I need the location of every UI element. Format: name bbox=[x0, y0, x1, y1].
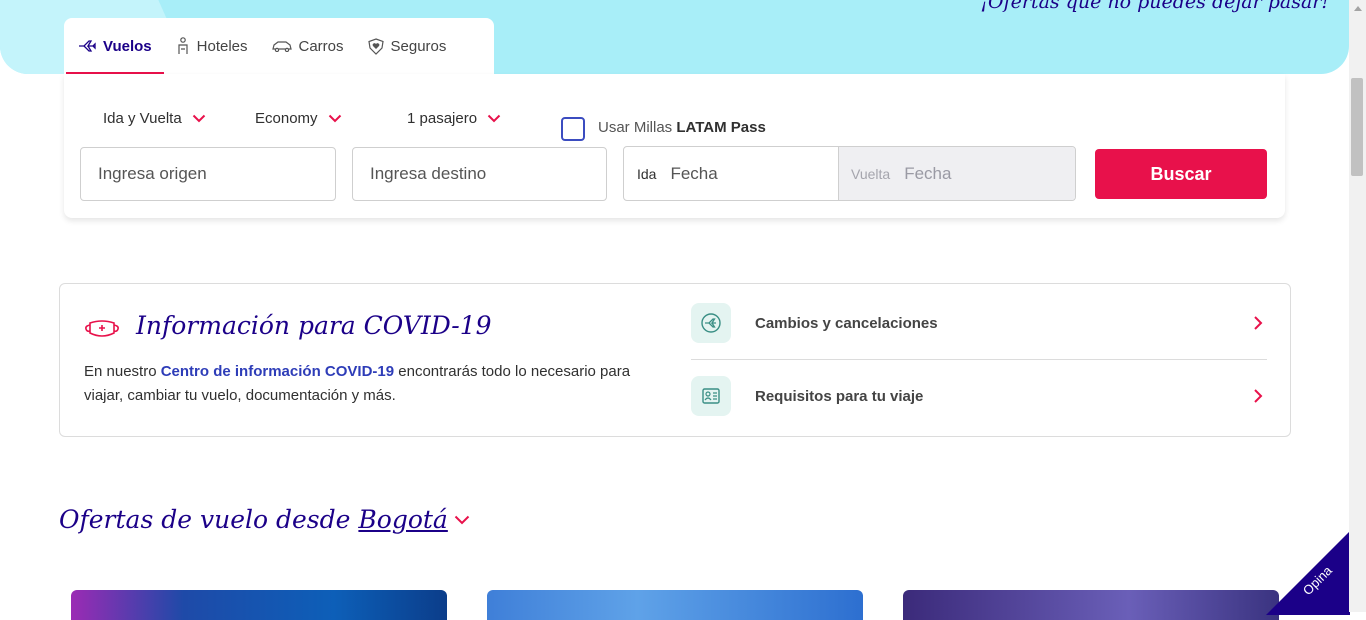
divider bbox=[691, 359, 1267, 360]
cambios-cancelaciones-link[interactable]: Cambios y cancelaciones bbox=[691, 298, 1267, 348]
origin-input[interactable]: Ingresa origen bbox=[80, 147, 336, 201]
chevron-right-icon bbox=[1254, 316, 1263, 330]
covid-text-before: En nuestro bbox=[84, 363, 157, 380]
feedback-tab-background bbox=[1266, 531, 1350, 615]
plane-change-icon bbox=[691, 303, 731, 343]
ofertas-heading: Ofertas de vuelo desde Bogotá bbox=[59, 505, 470, 534]
departure-date-field[interactable]: Ida Fecha bbox=[624, 147, 838, 200]
search-panel: Ida y Vuelta Economy 1 pasajero Usar Mil… bbox=[64, 74, 1285, 218]
chevron-down-icon bbox=[192, 114, 205, 123]
tab-seguros[interactable]: Seguros bbox=[356, 18, 459, 74]
offer-card-image[interactable] bbox=[487, 590, 863, 620]
tab-label: Carros bbox=[298, 37, 344, 55]
passengers-dropdown[interactable]: 1 pasajero bbox=[407, 110, 501, 127]
ofertas-title: Ofertas de vuelo desde bbox=[59, 505, 351, 534]
shield-heart-icon bbox=[367, 37, 384, 55]
millas-brand: LATAM Pass bbox=[676, 119, 766, 136]
cabin-label: Economy bbox=[255, 110, 318, 127]
covid-info-card: Información para COVID-19 En nuestro Cen… bbox=[59, 283, 1291, 437]
departure-date-value: Fecha bbox=[670, 163, 718, 183]
tab-carros[interactable]: Carros bbox=[260, 18, 356, 74]
feedback-tab[interactable]: Opina bbox=[1266, 531, 1350, 615]
hotel-bellboy-icon bbox=[178, 37, 188, 54]
tab-label: Hoteles bbox=[196, 37, 248, 55]
requisitos-viaje-label: Requisitos para tu viaje bbox=[755, 387, 924, 405]
plane-icon bbox=[79, 40, 96, 52]
chevron-down-icon[interactable] bbox=[454, 515, 470, 525]
scrollbar-thumb[interactable] bbox=[1351, 78, 1363, 176]
return-date-field[interactable]: Vuelta Fecha bbox=[838, 147, 1075, 200]
return-date-value: Fecha bbox=[904, 163, 952, 183]
cambios-cancelaciones-label: Cambios y cancelaciones bbox=[755, 314, 938, 332]
millas-checkbox[interactable] bbox=[561, 117, 585, 141]
cabin-dropdown[interactable]: Economy bbox=[255, 110, 342, 127]
product-tabs: Vuelos Hoteles Carros Seguros bbox=[64, 18, 494, 74]
trip-type-dropdown[interactable]: Ida y Vuelta bbox=[103, 110, 206, 127]
millas-label: Usar Millas LATAM Pass bbox=[598, 119, 766, 136]
face-mask-icon bbox=[85, 320, 119, 337]
tab-label: Seguros bbox=[390, 37, 447, 55]
hero-tagline: ¡Ofertas que no puedes dejar pasar! bbox=[980, 0, 1329, 13]
id-document-icon bbox=[691, 376, 731, 416]
tab-hoteles[interactable]: Hoteles bbox=[164, 18, 260, 74]
passengers-label: 1 pasajero bbox=[407, 110, 478, 127]
chevron-down-icon bbox=[487, 114, 501, 123]
requisitos-viaje-link[interactable]: Requisitos para tu viaje bbox=[691, 371, 1267, 421]
offer-card-image[interactable] bbox=[71, 590, 447, 620]
date-picker: Ida Fecha Vuelta Fecha bbox=[623, 146, 1076, 201]
chevron-down-icon bbox=[328, 114, 341, 123]
origin-city-selector[interactable]: Bogotá bbox=[358, 505, 447, 534]
covid-center-link[interactable]: Centro de información COVID-19 bbox=[161, 363, 394, 380]
trip-type-label: Ida y Vuelta bbox=[103, 110, 182, 127]
offer-card-image[interactable] bbox=[903, 590, 1279, 620]
tab-vuelos[interactable]: Vuelos bbox=[66, 18, 164, 74]
scrollbar[interactable] bbox=[1349, 0, 1366, 612]
tab-label: Vuelos bbox=[103, 37, 152, 55]
departure-date-label: Ida bbox=[637, 165, 657, 182]
covid-description: En nuestro Centro de información COVID-1… bbox=[84, 360, 664, 408]
covid-title: Información para COVID-19 bbox=[136, 311, 492, 340]
scroll-up-arrow-icon[interactable] bbox=[1349, 0, 1366, 17]
millas-prefix: Usar Millas bbox=[598, 119, 673, 136]
destination-input[interactable]: Ingresa destino bbox=[352, 147, 607, 201]
chevron-right-icon bbox=[1254, 389, 1263, 403]
return-date-label: Vuelta bbox=[851, 165, 891, 182]
search-button[interactable]: Buscar bbox=[1095, 149, 1267, 199]
car-icon bbox=[271, 41, 292, 52]
